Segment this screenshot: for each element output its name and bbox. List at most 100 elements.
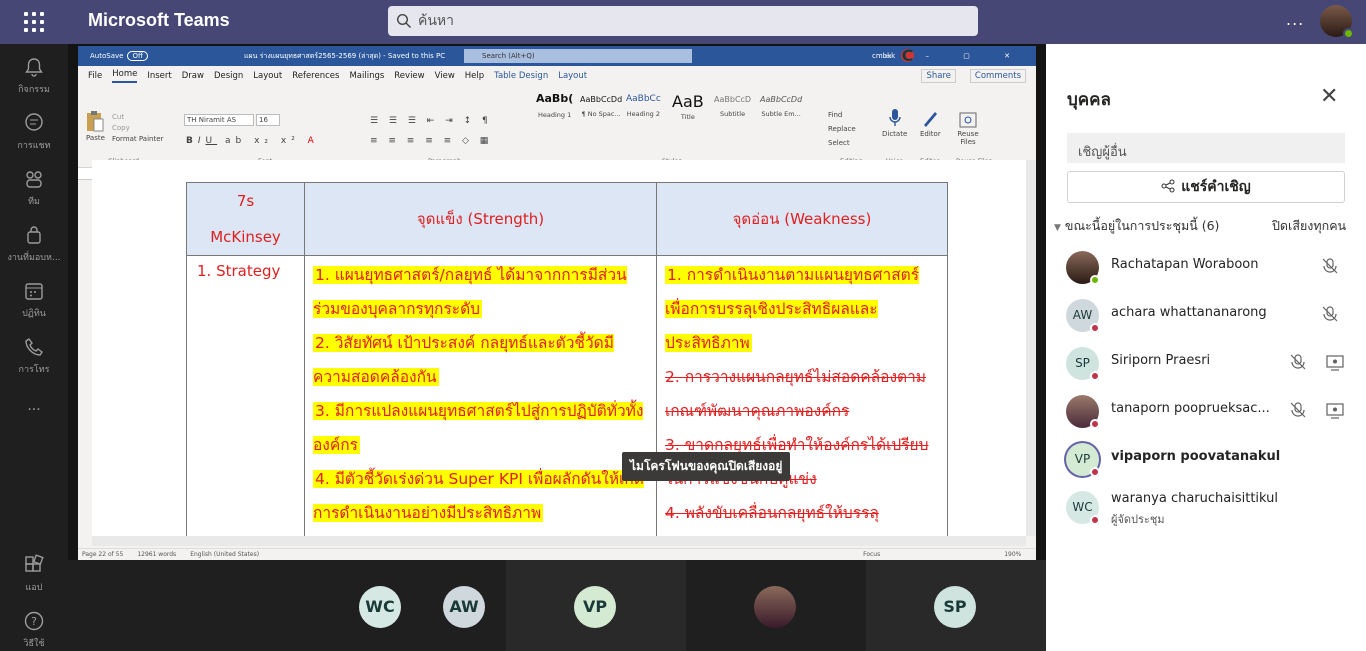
tile[interactable]: SP (866, 560, 1046, 651)
vertical-scrollbar[interactable] (1026, 160, 1036, 536)
tab-design[interactable]: Design (214, 71, 243, 81)
tile[interactable] (686, 560, 866, 651)
tab-references[interactable]: References (292, 71, 339, 81)
rail-item-help[interactable]: ? วิธีใช้ (0, 610, 68, 650)
rail-item-apps[interactable]: แอป (0, 554, 68, 594)
search-icon (396, 13, 411, 28)
word-search-box[interactable]: Search (Alt+Q) (464, 49, 692, 63)
find-button[interactable]: Find (828, 108, 856, 122)
tab-insert[interactable]: Insert (147, 71, 171, 81)
participant-row[interactable]: WC waranya charuchaisittikul ผู้จัดประชุ… (1066, 487, 1356, 531)
participant-name: Siriporn Praesri (1111, 353, 1211, 368)
rail-item-teams[interactable]: ทีม (0, 168, 68, 208)
share-icon (1161, 179, 1175, 193)
app-launcher-icon[interactable] (22, 10, 46, 34)
word-comments-button[interactable]: Comments (969, 69, 1026, 83)
font-size-select[interactable]: 16 (256, 114, 280, 126)
participant-tiles: WC AW VP SP (68, 560, 1046, 651)
swot-table: 7s McKinsey จุดแข็ง (Strength) จุดอ่อน (… (186, 182, 948, 536)
rail-item-activity[interactable]: กิจกรรม (0, 56, 68, 96)
mic-off-icon[interactable] (1289, 353, 1307, 371)
tile[interactable]: VP (506, 560, 686, 651)
word-share-button[interactable]: Share (921, 69, 956, 83)
svg-text:?: ? (31, 615, 37, 628)
microphone-icon (888, 109, 901, 126)
participant-avatar: WC (1066, 491, 1100, 525)
paste-button[interactable]: Paste (86, 110, 105, 142)
window-controls[interactable]: ▭ – ▢ ✕ (885, 52, 1026, 60)
rail-label: แอป (25, 583, 43, 593)
zoom-level[interactable]: 190% (1004, 551, 1021, 558)
rail-item-assignments[interactable]: งานที่มอบห... (0, 224, 68, 264)
more-options-icon[interactable]: ... (1286, 10, 1304, 29)
style-heading2[interactable]: AaBbCc Heading 2 (626, 92, 661, 118)
header-7s: 7s McKinsey (186, 182, 305, 256)
tab-view[interactable]: View (435, 71, 455, 81)
cut-button[interactable]: Cut (112, 112, 163, 123)
dictate-button[interactable]: Dictate (882, 108, 907, 138)
mic-off-icon[interactable] (1321, 257, 1339, 275)
font-format-buttons[interactable]: BIU ab x₂ x² A (186, 136, 319, 146)
editor-button[interactable]: Editor (920, 108, 941, 138)
tab-layout[interactable]: Layout (253, 71, 282, 81)
autosave-toggle[interactable]: Off (127, 51, 148, 61)
mic-muted-tooltip: ไมโครโฟนของคุณปิดเสียงอยู่ (622, 452, 791, 481)
reuse-files-button[interactable]: Reuse Files (956, 112, 980, 146)
tab-table-design[interactable]: Table Design (494, 71, 548, 81)
participant-row[interactable]: SP Siriporn Praesri (1066, 343, 1356, 383)
tile-group[interactable]: WC AW (68, 560, 506, 651)
invite-input[interactable]: เชิญผู้อื่น (1067, 133, 1345, 163)
style-subtle-emphasis[interactable]: AaBbCcDd Subtle Em... (760, 92, 802, 118)
search-input[interactable]: ค้นหา (388, 6, 978, 36)
profile-avatar[interactable] (1320, 5, 1354, 39)
participant-row[interactable]: tanaporn pooprueksac... (1066, 391, 1356, 431)
style-title[interactable]: AaB Title (672, 92, 704, 121)
document-page[interactable]: 7s McKinsey จุดแข็ง (Strength) จุดอ่อน (… (92, 160, 1026, 536)
style-no-spacing[interactable]: AaBbCcDd ¶ No Spac... (580, 92, 622, 118)
tab-review[interactable]: Review (394, 71, 424, 81)
tab-home[interactable]: Home (112, 69, 138, 83)
tab-draw[interactable]: Draw (182, 71, 204, 81)
share-invite-button[interactable]: แชร์คำเชิญ (1067, 171, 1345, 203)
mic-off-icon[interactable] (1289, 401, 1307, 419)
horizontal-scrollbar[interactable] (92, 536, 1026, 546)
alignment-controls[interactable]: ≡ ≡ ≡ ≡ ≡ ◇ ▦ (370, 136, 492, 146)
focus-button[interactable]: Focus (863, 551, 880, 558)
tab-file[interactable]: File (88, 71, 102, 81)
select-button[interactable]: Select (828, 136, 856, 150)
more-apps-icon[interactable]: ... (0, 398, 68, 414)
in-meeting-header[interactable]: ▼ ขณะนี้อยู่ในการประชุมนี้ (6) (1054, 216, 1219, 236)
rail-item-chat[interactable]: การแชท (0, 112, 68, 152)
mute-all-button[interactable]: ปิดเสียงทุกคน (1272, 216, 1346, 236)
participant-row[interactable]: VP vipaporn poovatanakul (1066, 439, 1356, 479)
rail-item-calls[interactable]: การโทร (0, 336, 68, 376)
style-heading1[interactable]: AaBb(Heading 1 (536, 92, 573, 119)
replace-button[interactable]: Replace (828, 122, 856, 136)
style-subtitle[interactable]: AaBbCcD Subtitle (714, 92, 751, 118)
font-name-select[interactable]: TH Niramit AS (184, 114, 254, 126)
rail-label: การโทร (18, 365, 50, 375)
tab-mailings[interactable]: Mailings (349, 71, 384, 81)
participant-row[interactable]: Rachatapan Woraboon (1066, 247, 1356, 287)
screen-share-icon[interactable] (1326, 355, 1344, 371)
rail-item-calendar[interactable]: ปฏิทิน (0, 280, 68, 320)
bell-icon (25, 58, 43, 77)
copy-button[interactable]: Copy (112, 123, 163, 134)
word-ribbon: Paste Cut Copy Format Painter TH Niramit… (78, 86, 1036, 168)
format-painter-button[interactable]: Format Painter (112, 134, 163, 145)
panel-title: บุคคล (1067, 90, 1111, 110)
participant-row[interactable]: AW achara whattananarong (1066, 295, 1356, 335)
tab-table-layout[interactable]: Layout (558, 71, 587, 81)
tab-help[interactable]: Help (465, 71, 484, 81)
tile-avatar: AW (443, 586, 485, 628)
header-strength: จุดแข็ง (Strength) (304, 182, 657, 256)
title-bar: Microsoft Teams ค้นหา ... (0, 0, 1366, 44)
tile-avatar: SP (934, 586, 976, 628)
paragraph-controls[interactable]: ☰ ☰ ☰ ⇤ ⇥ ↕ ¶ (370, 116, 492, 126)
close-icon[interactable]: ✕ (1320, 84, 1338, 109)
screen-share-icon[interactable] (1326, 403, 1344, 419)
rail-label: ปฏิทิน (22, 309, 46, 319)
reuse-files-icon (959, 112, 977, 128)
row-label: 1. Strategy (186, 255, 305, 536)
mic-off-icon[interactable] (1321, 305, 1339, 323)
